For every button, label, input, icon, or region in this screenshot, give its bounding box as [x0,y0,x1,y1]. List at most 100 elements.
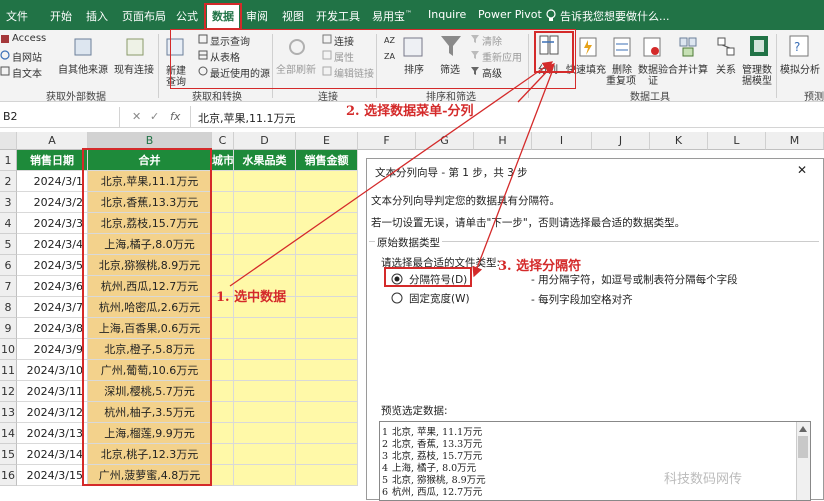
date-cell[interactable]: 2024/3/9 [17,339,88,360]
header-cell[interactable]: 销售日期 [17,150,88,171]
date-cell[interactable]: 2024/3/5 [17,255,88,276]
tab-page-layout[interactable]: 页面布局 [122,8,166,24]
tab-review[interactable]: 审阅 [246,8,268,24]
preview-scrollbar[interactable] [796,422,810,500]
row-header[interactable]: 9 [0,318,17,339]
empty-cell[interactable] [212,171,234,192]
date-cell[interactable]: 2024/3/10 [17,360,88,381]
row-header[interactable]: 4 [0,213,17,234]
column-header[interactable]: G [416,132,474,150]
empty-cell[interactable] [234,339,296,360]
date-cell[interactable]: 2024/3/4 [17,234,88,255]
empty-cell[interactable] [234,318,296,339]
empty-cell[interactable] [296,339,358,360]
empty-cell[interactable] [234,423,296,444]
column-header[interactable]: H [474,132,532,150]
empty-cell[interactable] [234,402,296,423]
tab-power-pivot[interactable]: Power Pivot [478,8,542,21]
column-header[interactable]: C [212,132,234,150]
date-cell[interactable]: 2024/3/15 [17,465,88,486]
empty-cell[interactable] [296,402,358,423]
row-header[interactable]: 12 [0,381,17,402]
empty-cell[interactable] [212,255,234,276]
empty-cell[interactable] [234,444,296,465]
date-cell[interactable]: 2024/3/7 [17,297,88,318]
select-all-corner[interactable] [0,132,17,150]
row-header[interactable]: 7 [0,276,17,297]
column-header[interactable]: K [650,132,708,150]
header-cell[interactable]: 水果品类 [234,150,296,171]
column-header[interactable]: L [708,132,766,150]
empty-cell[interactable] [212,339,234,360]
date-cell[interactable]: 2024/3/13 [17,423,88,444]
fixed-width-radio[interactable] [391,292,403,304]
what-if-analysis-button[interactable]: 模拟分析 [780,61,820,76]
empty-cell[interactable] [234,255,296,276]
empty-cell[interactable] [296,444,358,465]
empty-cell[interactable] [296,255,358,276]
row-header[interactable]: 14 [0,423,17,444]
date-cell[interactable]: 2024/3/3 [17,213,88,234]
preview-box[interactable]: 1 北京, 苹果, 11.1万元 2 北京, 香蕉, 13.3万元 3 北京, 荔枝, 1… [379,421,811,501]
empty-cell[interactable] [296,213,358,234]
tell-me-box[interactable]: 告诉我您想要做什么... [560,8,670,24]
header-cell[interactable]: 城市 [212,150,234,171]
date-cell[interactable]: 2024/3/2 [17,192,88,213]
empty-cell[interactable] [234,171,296,192]
other-sources-button[interactable]: 自其他来源 [58,61,108,76]
tab-file[interactable]: 文件 [6,8,28,24]
row-header[interactable]: 6 [0,255,17,276]
empty-cell[interactable] [296,276,358,297]
empty-cell[interactable] [234,192,296,213]
empty-cell[interactable] [212,423,234,444]
empty-cell[interactable] [296,192,358,213]
from-text-button[interactable]: 自文本 [12,65,42,80]
tab-inquire[interactable]: Inquire [428,8,466,21]
row-header[interactable]: 8 [0,297,17,318]
empty-cell[interactable] [212,360,234,381]
column-header[interactable]: M [766,132,824,150]
date-cell[interactable]: 2024/3/8 [17,318,88,339]
column-header[interactable]: D [234,132,296,150]
empty-cell[interactable] [296,297,358,318]
preview-scroll-thumb[interactable] [798,436,808,458]
empty-cell[interactable] [212,318,234,339]
empty-cell[interactable] [212,402,234,423]
empty-cell[interactable] [296,465,358,486]
row-header[interactable]: 2 [0,171,17,192]
tab-easy-tools[interactable]: 易用宝™ [372,8,412,24]
fixed-width-option[interactable]: 固定宽度(W) [391,289,525,309]
dialog-close-icon[interactable]: ✕ [797,163,807,177]
column-header[interactable]: F [358,132,416,150]
tab-insert[interactable]: 插入 [86,8,108,24]
empty-cell[interactable] [212,381,234,402]
formula-input[interactable]: 北京,苹果,11.1万元 [198,110,296,126]
row-header[interactable]: 15 [0,444,17,465]
row-header[interactable]: 1 [0,150,17,171]
column-header[interactable]: A [17,132,88,150]
row-header[interactable]: 13 [0,402,17,423]
empty-cell[interactable] [234,360,296,381]
tab-formulas[interactable]: 公式 [176,8,198,24]
empty-cell[interactable] [234,213,296,234]
from-access-button[interactable]: Access [12,33,46,44]
date-cell[interactable]: 2024/3/1 [17,171,88,192]
consolidate-button[interactable]: 合并计算 [668,61,708,76]
row-header[interactable]: 10 [0,339,17,360]
tab-developer[interactable]: 开发工具 [316,8,360,24]
tab-home[interactable]: 开始 [50,8,72,24]
row-header[interactable]: 11 [0,360,17,381]
column-header[interactable]: E [296,132,358,150]
empty-cell[interactable] [234,465,296,486]
empty-cell[interactable] [296,318,358,339]
empty-cell[interactable] [296,381,358,402]
from-web-button[interactable]: 自网站 [12,49,42,64]
empty-cell[interactable] [296,234,358,255]
row-header[interactable]: 16 [0,465,17,486]
empty-cell[interactable] [212,444,234,465]
column-header[interactable]: I [532,132,592,150]
empty-cell[interactable] [212,465,234,486]
column-header[interactable]: J [592,132,650,150]
confirm-icon[interactable]: ✓ [150,110,159,123]
cancel-icon[interactable]: ✕ [132,110,141,123]
